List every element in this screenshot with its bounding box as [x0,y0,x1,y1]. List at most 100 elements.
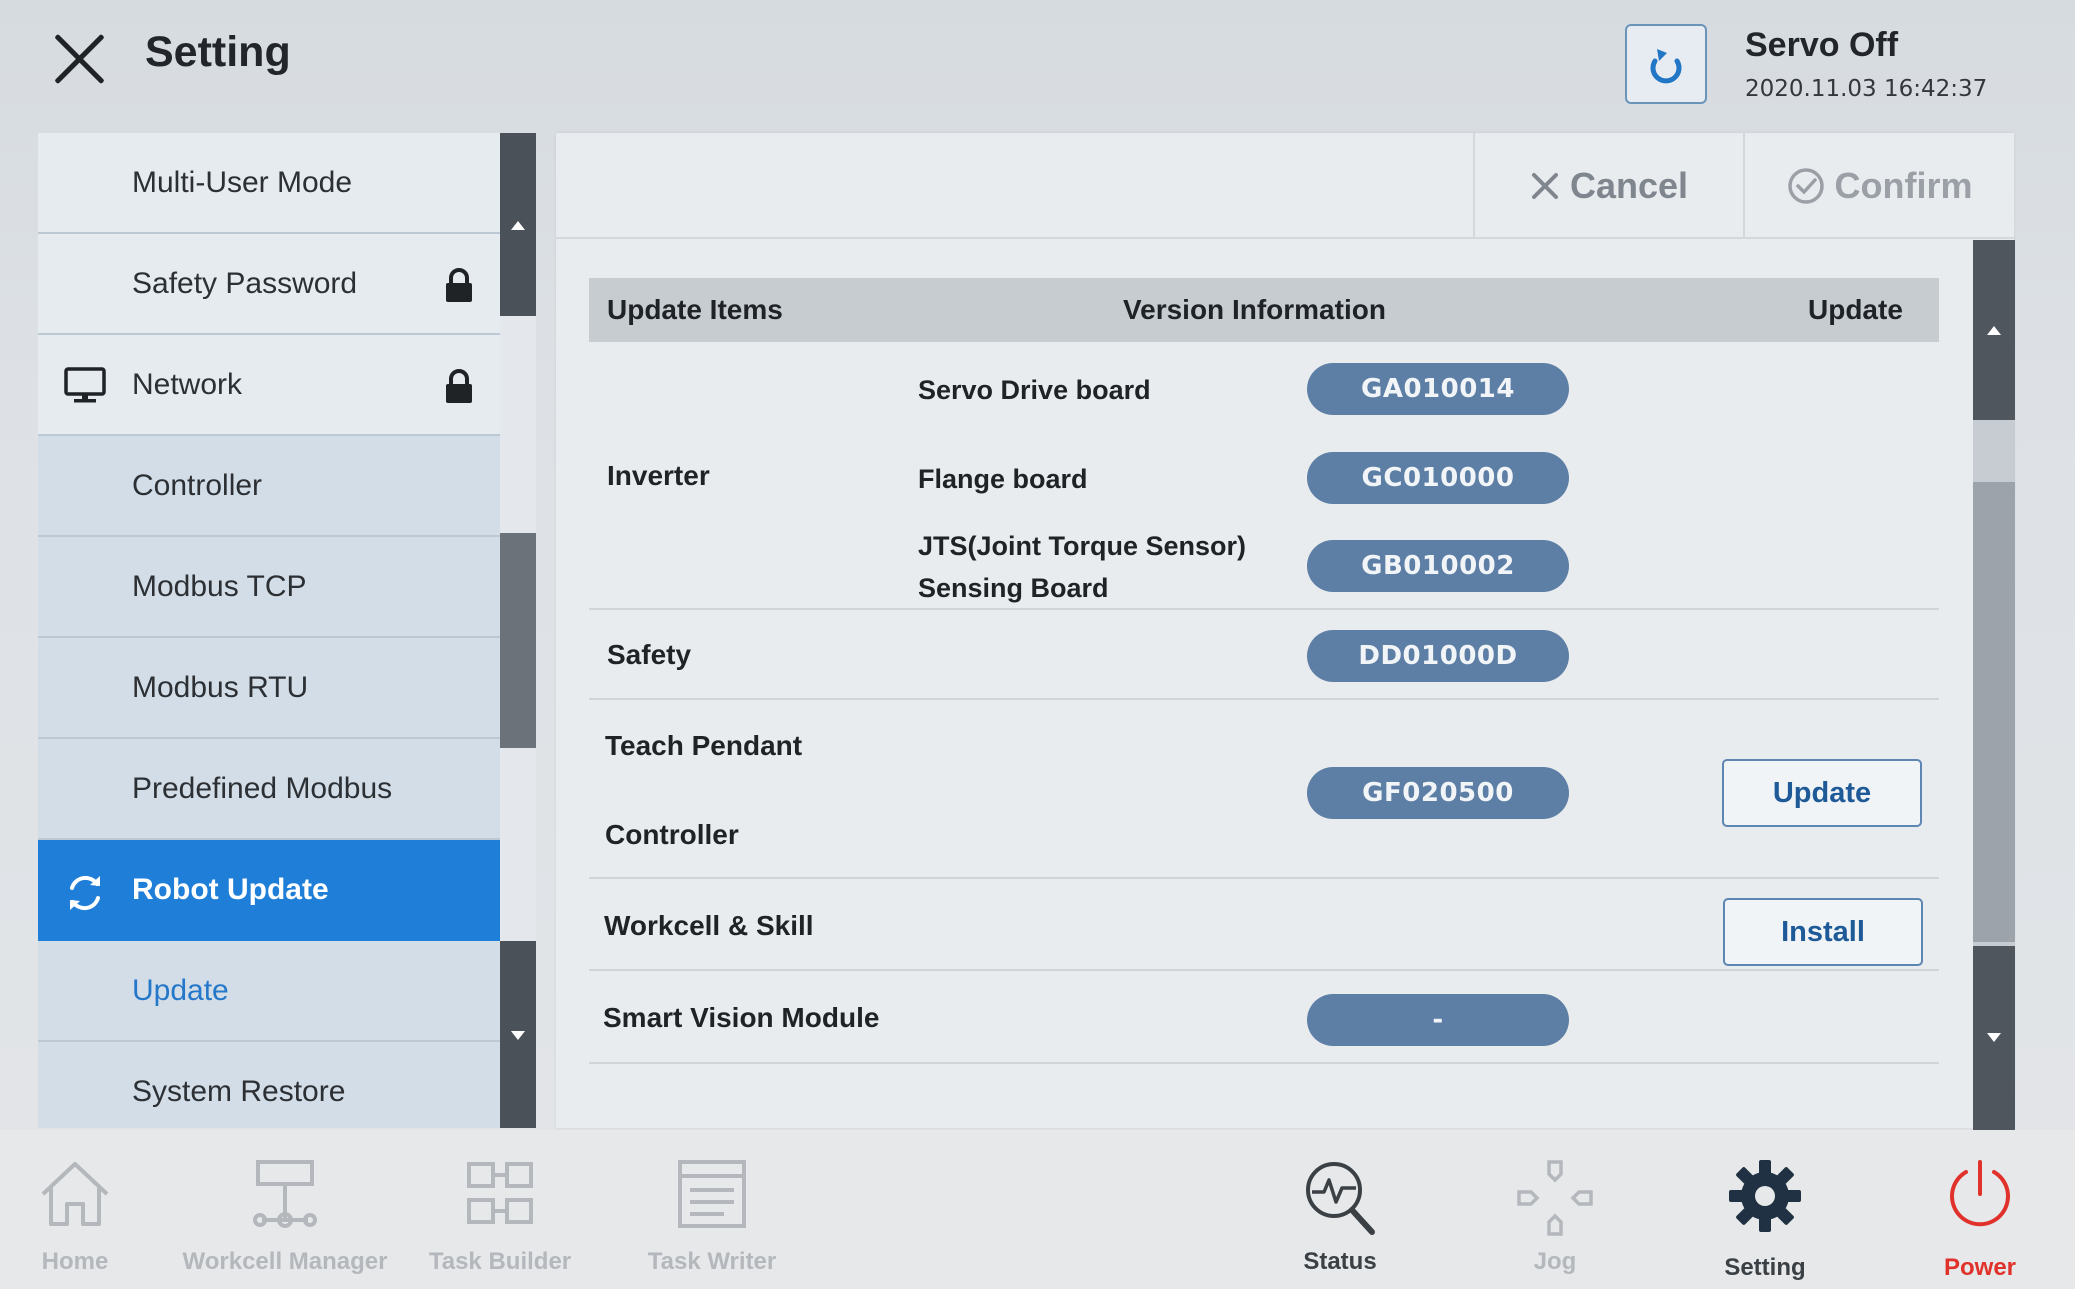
update-table-header: Update Items Version Information Update [589,278,1939,342]
gear-icon [1729,1160,1801,1232]
servo-drive-board-label: Servo Drive board [918,375,1151,405]
sidebar-item-modbus-rtu[interactable]: Modbus RTU [38,638,500,739]
install-button[interactable]: Install [1723,898,1923,966]
table-scrollbar[interactable] [1973,240,2015,1130]
sidebar-item-network[interactable]: Network [38,335,500,436]
row-divider [589,608,1939,610]
chevron-down-icon [511,1031,525,1040]
sidebar-item-modbus-tcp[interactable]: Modbus TCP [38,537,500,638]
row-label-smart-vision: Smart Vision Module [603,1002,880,1033]
sidebar-scroll-up[interactable] [500,133,536,316]
sidebar-item-controller[interactable]: Controller [38,436,500,537]
task-writer-icon [678,1160,746,1228]
sidebar-scroll-thumb[interactable] [500,533,536,748]
row-label-controller: Controller [605,819,739,850]
nav-label: Power [1943,1254,2017,1281]
sidebar-item-multi-user-mode[interactable]: Multi-User Mode [38,133,500,234]
version-badge: GA010014 [1307,363,1569,415]
sidebar-scrollbar[interactable] [500,133,536,1128]
page-title: Setting [145,28,291,76]
status-icon [1306,1162,1375,1235]
bottom-nav: Home Workcell Manager Task Builder Task … [0,1130,2075,1289]
nav-label: Jog [1533,1248,1577,1275]
version-badge: GC010000 [1307,452,1569,504]
action-bar: Cancel Confirm [556,133,2014,239]
task-builder-icon [467,1162,533,1224]
jog-icon [1517,1160,1593,1236]
table-scroll-thumb[interactable] [1973,482,2015,942]
nav-label: Home [41,1248,109,1275]
check-circle-icon [1787,168,1824,204]
sidebar-item-system-restore[interactable]: System Restore [38,1042,500,1128]
servo-toggle-button[interactable] [1625,24,1707,104]
nav-task-writer[interactable]: Task Writer [632,1130,792,1289]
sidebar-item-label: Predefined Modbus [132,771,393,805]
close-icon[interactable] [50,30,108,88]
confirm-button[interactable]: Confirm [1743,133,2014,239]
sidebar-item-label: Modbus TCP [132,569,307,603]
table-scroll-up[interactable] [1973,240,2015,420]
row-label-workcell-skill: Workcell & Skill [604,910,814,941]
sidebar-item-label: Controller [132,468,263,502]
lock-icon [446,268,472,302]
update-button[interactable]: Update [1722,759,1922,827]
version-badge: DD01000D [1307,630,1569,682]
sync-icon [70,875,100,911]
nav-label: Status [1303,1248,1377,1275]
header-bar: Setting Servo Off 2020.11.03 16:42:37 [0,0,2075,125]
nav-status[interactable]: Status [1275,1130,1405,1289]
nav-label: Setting [1724,1254,1806,1281]
home-icon [41,1162,109,1226]
version-badge: GB010002 [1307,540,1569,592]
version-badge: - [1307,994,1569,1046]
sidebar-item-safety-password[interactable]: Safety Password [38,234,500,335]
sidebar-item-label: Robot Update [132,872,329,906]
nav-label: Task Builder [428,1248,572,1275]
sidebar-item-predefined-modbus[interactable]: Predefined Modbus [38,739,500,840]
row-divider [589,698,1939,700]
sidebar-item-label: Modbus RTU [132,670,309,704]
power-icon [1950,1160,2010,1227]
jts-board-label-line2: Sensing Board [918,573,1109,603]
monitor-icon [64,367,106,403]
flange-board-label: Flange board [918,464,1088,494]
column-header-items: Update Items [607,294,783,325]
version-badge: GF020500 [1307,767,1569,819]
row-divider [589,969,1939,971]
chevron-down-icon [1987,1033,2001,1042]
row-label-safety: Safety [607,639,692,670]
confirm-label: Confirm [1834,165,1973,206]
close-icon [1531,173,1558,199]
robot-update-panel: Cancel Confirm Update Items Version Info… [556,133,2014,1128]
sidebar-item-label: Multi-User Mode [132,165,353,199]
nav-setting[interactable]: Setting [1700,1130,1830,1289]
jts-board-label-line1: JTS(Joint Torque Sensor) [918,531,1247,561]
nav-label: Task Writer [647,1248,777,1275]
sidebar-item-label: Update [132,973,229,1007]
sidebar-item-label: Network [132,367,243,401]
cancel-button[interactable]: Cancel [1473,133,1743,239]
sidebar-item-update[interactable]: Update [38,941,500,1042]
row-divider [589,877,1939,879]
sidebar-item-label: Safety Password [132,266,358,300]
sidebar-scroll-down[interactable] [500,941,536,1128]
nav-task-builder[interactable]: Task Builder [420,1130,580,1289]
sidebar-item-label: System Restore [132,1074,346,1108]
row-label-inverter: Inverter [607,460,710,491]
nav-jog[interactable]: Jog [1500,1130,1610,1289]
sidebar-item-robot-update[interactable]: Robot Update [38,840,500,941]
servo-status: Servo Off [1745,26,1899,64]
column-header-version: Version Information [1123,294,1386,325]
nav-home[interactable]: Home [20,1130,130,1289]
status-datetime: 2020.11.03 16:42:37 [1745,76,1988,102]
row-divider [589,1062,1939,1064]
nav-power[interactable]: Power [1925,1130,2035,1289]
workcell-manager-icon [253,1160,317,1228]
nav-workcell-manager[interactable]: Workcell Manager [175,1130,395,1289]
lock-icon [446,369,472,403]
refresh-icon [1650,49,1682,84]
table-scroll-down[interactable] [1973,946,2015,1130]
chevron-up-icon [511,221,525,230]
chevron-up-icon [1987,326,2001,335]
nav-label: Workcell Manager [182,1248,388,1275]
